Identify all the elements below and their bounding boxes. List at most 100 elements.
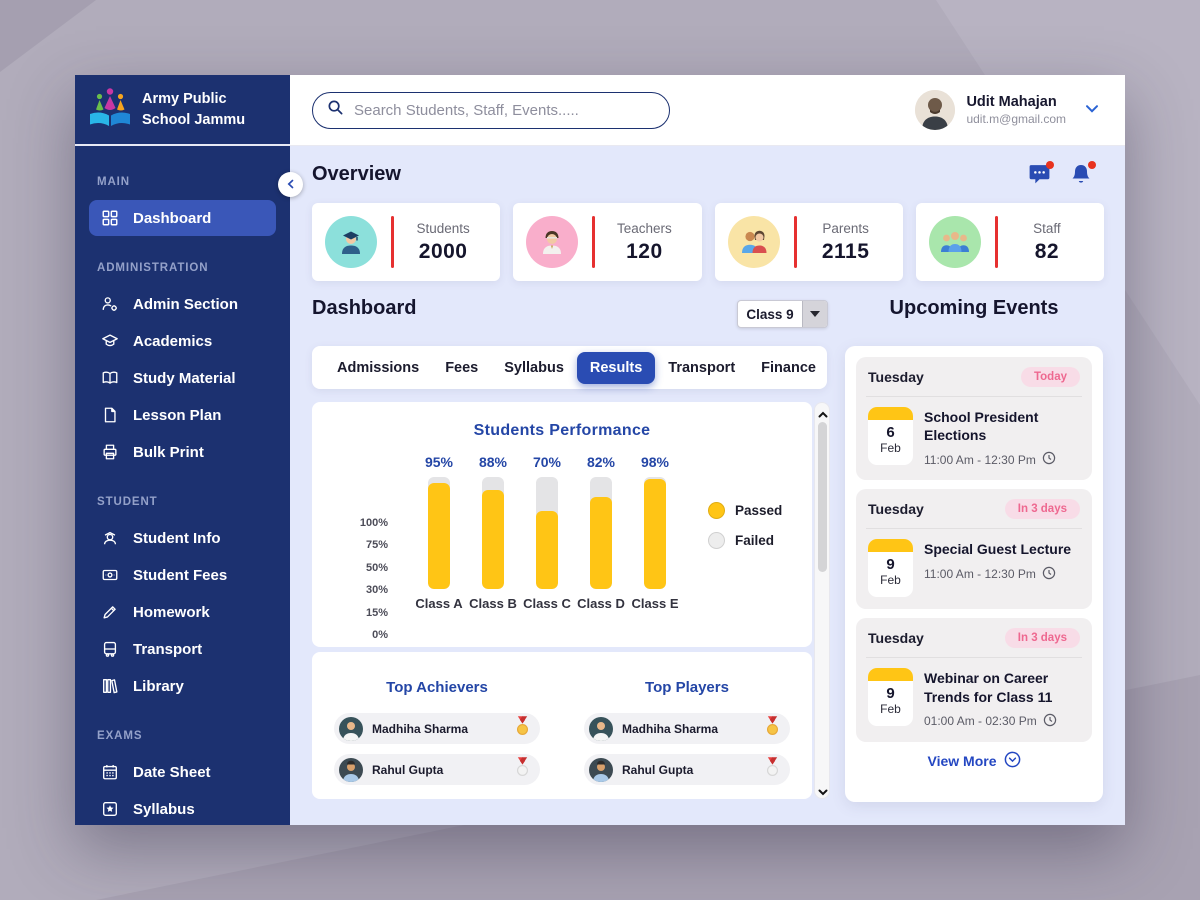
nav-section-student: STUDENT: [97, 496, 268, 508]
vertical-scrollbar[interactable]: [814, 402, 830, 799]
pencil-icon: [100, 602, 120, 622]
sidebar-item-bulk-print[interactable]: Bulk Print: [89, 434, 276, 470]
y-axis-ticks: 100%75% 50%30% 15%0%: [338, 517, 388, 641]
sidebar-item-study-material[interactable]: Study Material: [89, 360, 276, 396]
user-info: Udit Mahajan udit.m@gmail.com: [966, 94, 1066, 126]
event-card[interactable]: Tuesday In 3 days 9 Feb Webinar on Caree…: [856, 618, 1092, 741]
printer-icon: [100, 442, 120, 462]
sidebar: Army Public School Jammu MAIN Dashboard …: [75, 75, 290, 825]
student-avatar: [339, 758, 363, 782]
event-time: 01:00 Am - 02:30 Pm: [924, 713, 1076, 730]
achiever-name: Rahul Gupta: [372, 763, 505, 777]
sidebar-item-library[interactable]: Library: [89, 668, 276, 704]
sidebar-item-transport[interactable]: Transport: [89, 631, 276, 667]
view-more-link[interactable]: View More: [856, 751, 1092, 771]
achiever-row[interactable]: Rahul Gupta: [334, 754, 540, 785]
chevron-down-icon: [1085, 101, 1099, 119]
sidebar-item-student-fees[interactable]: Student Fees: [89, 557, 276, 593]
calendar-top-bar: [868, 539, 913, 552]
bar-fill-passed: [428, 483, 450, 589]
class-selector-dropdown-button[interactable]: [802, 301, 827, 327]
search-bar[interactable]: [312, 92, 670, 129]
gold-medal-icon: [764, 716, 781, 742]
triangle-down-icon: [810, 311, 820, 317]
user-profile-menu[interactable]: Udit Mahajan udit.m@gmail.com: [915, 90, 1099, 130]
scroll-down-arrow[interactable]: [818, 784, 828, 794]
sidebar-item-date-sheet[interactable]: Date Sheet: [89, 754, 276, 790]
passed-legend-dot: [708, 502, 725, 519]
event-card[interactable]: Tuesday Today 6 Feb School President Ele…: [856, 357, 1092, 480]
messages-button[interactable]: [1027, 162, 1053, 188]
stat-card-parents: Parents 2115: [715, 203, 903, 281]
tab-results[interactable]: Results: [577, 352, 655, 384]
teacher-stat-icon: [526, 216, 578, 268]
nav-section-exams: EXAMS: [97, 730, 268, 742]
legend-item-failed: Failed: [708, 532, 782, 549]
stat-label: Teachers: [595, 221, 693, 236]
tab-syllabus[interactable]: Syllabus: [491, 352, 577, 384]
sidebar-item-homework[interactable]: Homework: [89, 594, 276, 630]
player-row[interactable]: Rahul Gupta: [584, 754, 790, 785]
stats-row: Students 2000 Teachers 120: [312, 203, 1104, 281]
stat-label: Staff: [998, 221, 1096, 236]
sidebar-item-academics[interactable]: Academics: [89, 323, 276, 359]
search-input[interactable]: [354, 102, 655, 119]
sidebar-item-admin-section[interactable]: Admin Section: [89, 286, 276, 322]
event-name: Webinar on Career Trends for Class 11: [924, 669, 1076, 705]
school-logo-block: Army Public School Jammu: [75, 75, 290, 146]
chart-legend: Passed Failed: [708, 502, 782, 549]
sidebar-item-student-info[interactable]: Student Info: [89, 520, 276, 556]
stat-value: 82: [998, 240, 1096, 264]
event-date-icon: 9 Feb: [868, 539, 913, 597]
notifications-button[interactable]: [1069, 162, 1095, 188]
student-avatar: [339, 717, 363, 741]
bar-category-label: Class B: [469, 596, 517, 611]
bar-category-label: Class E: [632, 596, 679, 611]
nav-section-administration: ADMINISTRATION: [97, 262, 268, 274]
event-time: 11:00 Am - 12:30 Pm: [924, 451, 1076, 468]
class-selector-value: Class 9: [738, 301, 802, 327]
achiever-name: Madhiha Sharma: [372, 722, 505, 736]
tab-admissions[interactable]: Admissions: [324, 352, 432, 384]
bar-category-label: Class D: [577, 596, 625, 611]
graduation-cap-icon: [100, 331, 120, 351]
gold-medal-icon: [514, 716, 531, 742]
event-date-icon: 9 Feb: [868, 668, 913, 726]
notification-dot: [1088, 161, 1096, 169]
tab-fees[interactable]: Fees: [432, 352, 491, 384]
tab-transport[interactable]: Transport: [655, 352, 748, 384]
silver-medal-icon: [514, 757, 531, 783]
event-time: 11:00 Am - 12:30 Pm: [924, 566, 1071, 583]
search-icon: [327, 99, 344, 121]
class-selector[interactable]: Class 9: [737, 300, 828, 328]
event-day: Tuesday: [868, 501, 924, 517]
player-row[interactable]: Madhiha Sharma: [584, 713, 790, 744]
admin-person-gear-icon: [100, 294, 120, 314]
sidebar-item-lesson-plan[interactable]: Lesson Plan: [89, 397, 276, 433]
scroll-up-arrow[interactable]: [818, 407, 828, 417]
school-logo-icon: [87, 85, 133, 134]
event-name: Special Guest Lecture: [924, 540, 1071, 558]
failed-legend-dot: [708, 532, 725, 549]
open-book-icon: [100, 368, 120, 388]
user-email: udit.m@gmail.com: [966, 112, 1066, 126]
player-name: Rahul Gupta: [622, 763, 755, 777]
bar-track: [482, 477, 504, 589]
main-content: Overview Students 2000: [290, 147, 1125, 825]
user-avatar: [915, 90, 955, 130]
achiever-row[interactable]: Madhiha Sharma: [334, 713, 540, 744]
sidebar-collapse-button[interactable]: [278, 172, 303, 197]
sidebar-item-syllabus[interactable]: Syllabus: [89, 791, 276, 825]
sidebar-item-dashboard[interactable]: Dashboard: [89, 200, 276, 236]
scrollbar-thumb[interactable]: [818, 422, 827, 572]
message-notification-dot: [1046, 161, 1054, 169]
clock-icon: [1042, 566, 1056, 583]
upcoming-events-title: Upcoming Events: [845, 297, 1103, 320]
bus-icon: [100, 639, 120, 659]
chevron-down-circle-icon: [1004, 751, 1021, 771]
tab-finance[interactable]: Finance: [748, 352, 829, 384]
event-card[interactable]: Tuesday In 3 days 9 Feb Special Guest Le…: [856, 489, 1092, 609]
event-badge: Today: [1021, 367, 1080, 387]
top-players-column: Top Players Madhiha Sharma: [562, 652, 812, 799]
student-cap-icon: [100, 528, 120, 548]
